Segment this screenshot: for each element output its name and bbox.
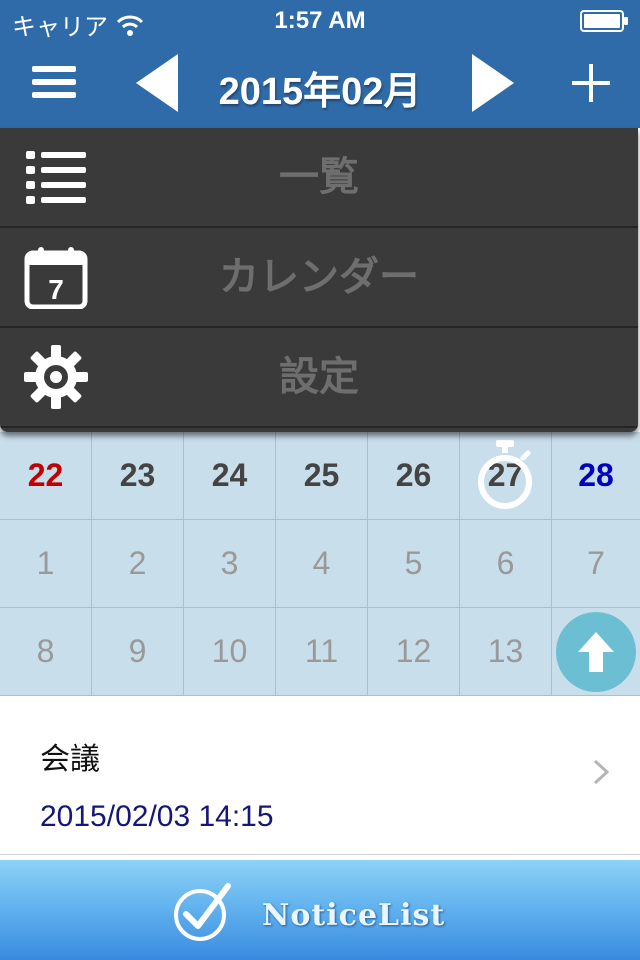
calendar-day[interactable]: 10 [184,608,276,696]
status-time: 1:57 AM [274,7,366,34]
calendar-day[interactable]: 22 [0,432,92,520]
chevron-right-icon [593,759,610,785]
menu-item-calendar[interactable]: 7 カレンダー [0,228,638,328]
arrow-up-icon [578,632,614,672]
add-icon[interactable] [572,64,610,102]
month-title: 2015年02月 [218,71,422,113]
calendar-day[interactable]: 5 [368,520,460,608]
calendar-day[interactable]: 28 [552,432,640,520]
event-datetime: 2015/02/03 14:15 [40,800,274,833]
calendar-day[interactable]: 26 [368,432,460,520]
status-bar: キャリア 1:57 AM [0,0,640,41]
calendar-day[interactable]: 3 [184,520,276,608]
footer-banner: NoticeList [0,860,640,960]
stopwatch-icon [478,440,532,509]
previous-month-arrow-icon[interactable] [134,52,180,114]
menu-item-label: 一覧 [279,155,359,199]
calendar-day[interactable]: 7 [552,520,640,608]
calendar-day[interactable]: 2 [92,520,184,608]
menu-item-label: 設定 [279,355,359,399]
calendar-day[interactable]: 12 [368,608,460,696]
next-month-arrow-icon[interactable] [470,52,516,114]
checkmark-clock-icon [174,883,231,941]
calendar-day[interactable]: 1 [0,520,92,608]
calendar-day[interactable]: 4 [276,520,368,608]
menu-item-list[interactable]: 一覧 [0,128,638,228]
hamburger-menu-icon[interactable] [32,64,76,100]
event-list-item[interactable]: 会議 2015/02/03 14:15 [0,696,640,855]
nav-bar: 2015年02月 [0,40,640,128]
calendar-day[interactable]: 11 [276,608,368,696]
calendar-grid: 22 23 24 25 26 27 28 1 2 3 4 5 6 7 8 9 1… [0,432,640,696]
calendar-day[interactable]: 6 [460,520,552,608]
app-brand: NoticeList [262,898,446,933]
scroll-up-button[interactable] [556,612,636,692]
event-title: 会議 [40,743,100,776]
dropdown-menu: 一覧 7 カレンダー 設定 [0,128,638,432]
calendar-day[interactable]: 23 [92,432,184,520]
calendar-day[interactable]: 9 [92,608,184,696]
calendar-day[interactable]: 13 [460,608,552,696]
battery-icon [580,10,628,32]
menu-item-label: カレンダー [219,255,419,299]
calendar-day[interactable]: 25 [276,432,368,520]
calendar-day[interactable]: 8 [0,608,92,696]
calendar-day[interactable]: 24 [184,432,276,520]
menu-item-settings[interactable]: 設定 [0,328,638,428]
header: キャリア 1:57 AM 2015年02月 [0,0,640,128]
